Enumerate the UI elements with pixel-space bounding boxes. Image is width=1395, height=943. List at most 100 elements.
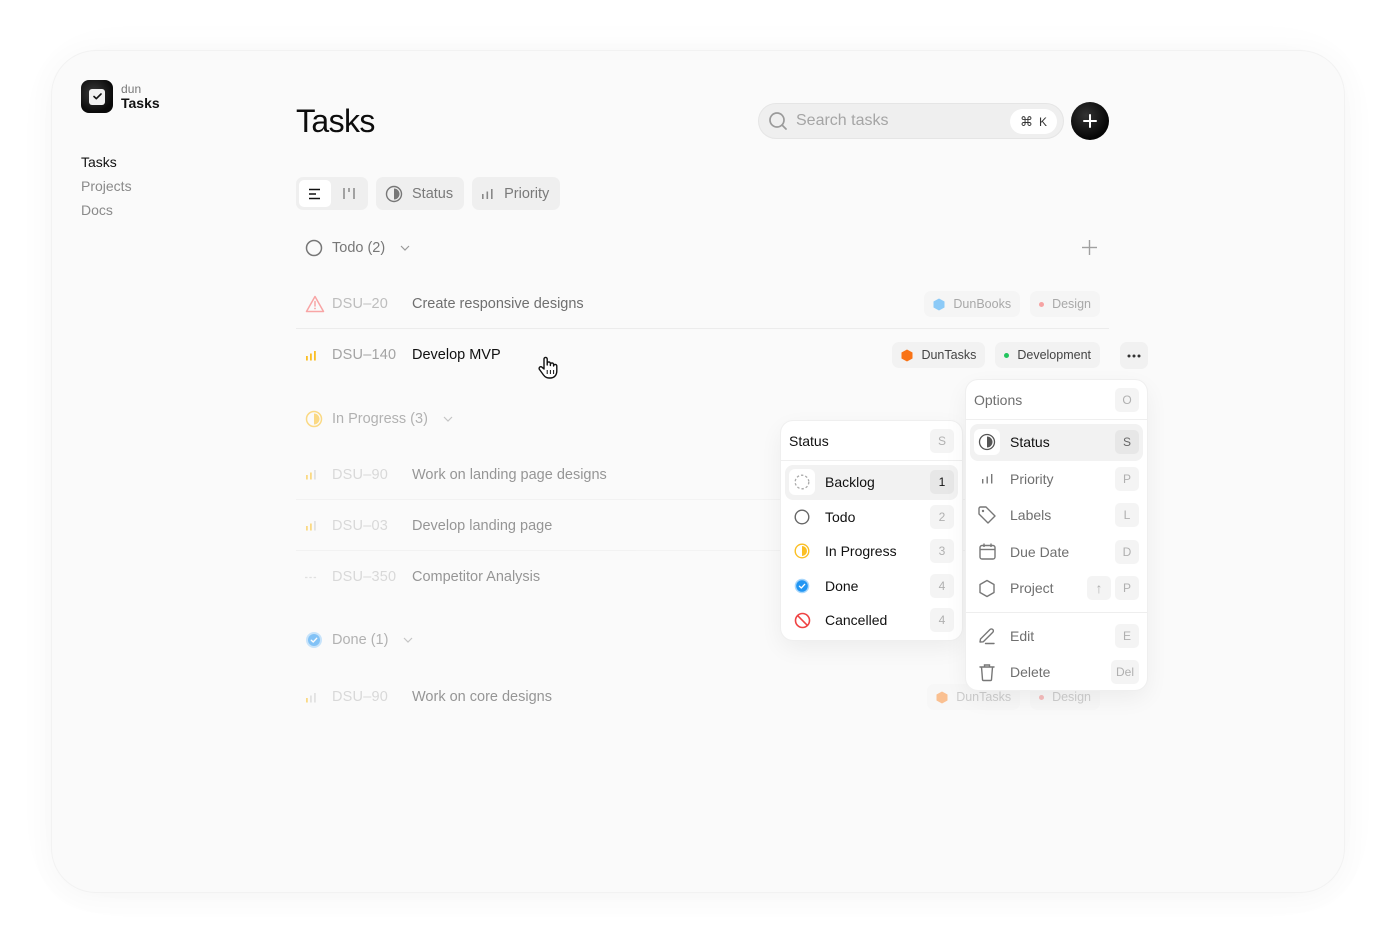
options-menu: Options O Status S Priority P Labels L D…	[966, 380, 1147, 690]
shortcut-key: S	[1115, 430, 1139, 455]
task-title: Create responsive designs	[412, 295, 584, 312]
in-progress-icon	[789, 538, 815, 564]
trash-icon	[974, 659, 1000, 685]
calendar-icon	[974, 539, 1000, 565]
group-header-in-progress[interactable]: In Progress (3)	[305, 410, 453, 428]
view-toolbar: Status Priority	[296, 177, 561, 210]
label-tag[interactable]: Development	[995, 342, 1100, 368]
sidebar-item-tasks[interactable]: Tasks	[81, 154, 132, 170]
high-priority-icon	[296, 350, 332, 361]
priority-icon	[482, 188, 493, 199]
done-status-icon	[306, 632, 322, 648]
task-id: DSU–20	[332, 295, 389, 312]
option-label: Labels	[1010, 507, 1052, 524]
status-option-todo[interactable]: Todo 2	[785, 500, 958, 535]
task-id: DSU–90	[332, 689, 389, 705]
list-view-button[interactable]	[299, 180, 331, 207]
option-status[interactable]: Status S	[970, 424, 1143, 461]
shortcut-key: 4	[930, 573, 954, 598]
logo-brand: dun	[121, 82, 142, 96]
group-header-done[interactable]: Done (1)	[305, 631, 413, 649]
search-input[interactable]	[796, 112, 1006, 130]
status-option-cancelled[interactable]: Cancelled 4	[785, 603, 958, 638]
shortcut-key: K	[1038, 114, 1047, 129]
option-labels[interactable]: Labels L	[970, 497, 1143, 534]
sidebar-item-projects[interactable]: Projects	[81, 178, 132, 194]
medium-priority-icon	[296, 692, 332, 703]
label-dot	[1004, 352, 1010, 358]
shortcut-key: 2	[930, 504, 954, 529]
urgent-priority-icon	[296, 295, 332, 313]
status-option-backlog[interactable]: Backlog 1	[785, 465, 958, 500]
shortcut-key: L	[1115, 503, 1139, 528]
project-tag[interactable]: DunBooks	[924, 291, 1021, 317]
search-icon	[768, 111, 788, 131]
hexagon-icon	[933, 298, 945, 310]
chevron-down-icon	[443, 416, 453, 422]
option-due-date[interactable]: Due Date D	[970, 534, 1143, 571]
status-filter-button[interactable]: Status	[376, 177, 465, 210]
hexagon-icon	[901, 349, 913, 361]
status-option-in-progress[interactable]: In Progress 3	[785, 534, 958, 569]
task-row[interactable]: DSU–140 Develop MVP DunTasks Development	[296, 330, 1109, 380]
status-option-done[interactable]: Done 4	[785, 569, 958, 604]
chevron-down-icon	[403, 637, 413, 643]
hexagon-icon	[974, 575, 1000, 601]
group-label: In Progress (3)	[332, 411, 428, 427]
task-title: Work on core designs	[412, 689, 552, 705]
more-options-button[interactable]	[1120, 342, 1148, 369]
group-label: Done (1)	[332, 632, 389, 648]
chevron-down-icon	[400, 245, 410, 251]
group-header-todo[interactable]: Todo (2)	[305, 239, 410, 257]
label-name: Design	[1052, 690, 1091, 704]
board-view-button[interactable]	[333, 180, 365, 207]
task-title: Develop MVP	[412, 347, 501, 363]
shift-key: ↑	[1087, 576, 1111, 601]
backlog-icon	[789, 469, 815, 496]
option-project[interactable]: Project ↑ P	[970, 570, 1143, 607]
project-name: DunBooks	[953, 297, 1012, 311]
option-edit[interactable]: Edit E	[970, 618, 1143, 655]
hexagon-icon	[936, 691, 948, 703]
add-task-button[interactable]	[1071, 102, 1109, 140]
menu-divider	[966, 611, 1147, 613]
label-dot	[1039, 694, 1045, 700]
sidebar: Tasks Projects Docs	[81, 154, 132, 218]
high-priority-icon	[296, 520, 332, 531]
option-label: Status	[1010, 434, 1050, 451]
option-label: Project	[1010, 580, 1054, 597]
plus-icon	[1083, 114, 1097, 128]
option-label: Todo	[825, 508, 856, 525]
task-title: Competitor Analysis	[412, 569, 541, 585]
option-label: In Progress	[825, 543, 897, 560]
label-name: Development	[1017, 348, 1091, 362]
task-title: Develop landing page	[412, 517, 553, 534]
task-id: DSU–03	[332, 517, 389, 534]
add-to-group-button[interactable]	[1081, 239, 1098, 261]
option-priority[interactable]: Priority P	[970, 461, 1143, 498]
todo-status-icon	[305, 239, 323, 257]
pencil-icon	[974, 623, 1000, 649]
priority-filter-button[interactable]: Priority	[472, 177, 561, 210]
shortcut-key: 3	[930, 539, 954, 564]
sidebar-item-docs[interactable]: Docs	[81, 202, 132, 218]
label-dot	[1039, 301, 1045, 307]
option-delete[interactable]: Delete Del	[970, 654, 1143, 691]
app-logo[interactable]: dun Tasks	[81, 80, 160, 113]
priority-icon	[974, 466, 1000, 492]
done-icon	[789, 573, 815, 599]
status-menu-title: Status	[789, 432, 829, 449]
search-shortcut: ⌘ K	[1009, 109, 1057, 134]
task-row[interactable]: DSU–20 Create responsive designs DunBook…	[296, 279, 1109, 329]
label-tag[interactable]: Design	[1030, 291, 1100, 317]
label-name: Design	[1052, 297, 1091, 311]
project-tag[interactable]: DunTasks	[892, 342, 986, 368]
board-view-icon	[343, 188, 355, 199]
shortcut-key: 4	[930, 608, 954, 633]
plus-icon	[1082, 240, 1097, 255]
option-label: Edit	[1010, 627, 1035, 644]
option-label: Cancelled	[825, 612, 888, 629]
shortcut-key: 1	[930, 470, 954, 495]
shortcut-key: O	[1115, 387, 1139, 412]
todo-icon	[789, 504, 815, 530]
